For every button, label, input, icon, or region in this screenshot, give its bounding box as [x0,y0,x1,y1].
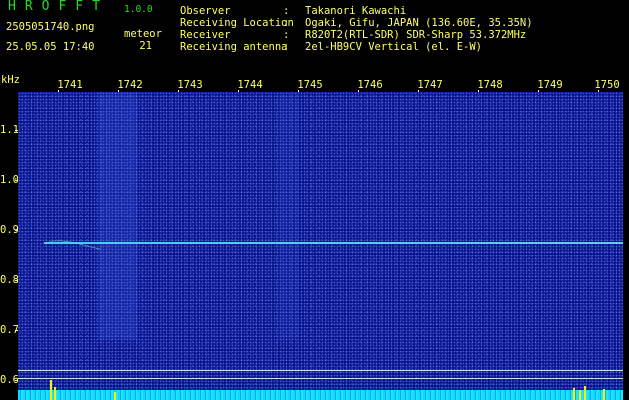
meta-key-antenna: Receiving antenna [180,41,288,53]
spectrogram-plot [18,92,623,400]
time-tick-label: 1743 [177,79,203,91]
signal-spike [50,380,52,400]
time-tick-label: 1748 [477,79,503,91]
signal-spike [584,386,586,400]
time-tick-label: 1741 [57,79,83,91]
carrier-trace [44,242,623,244]
meta-value-receiver: R820T2(RTL-SDR) SDR-Sharp 53.372MHz [305,29,527,41]
meta-key-location: Receiving Location [180,17,294,29]
time-tick-label: 1746 [357,79,383,91]
signal-spike [114,392,116,400]
spectrum-strip [18,390,623,400]
meta-key-receiver: Receiver [180,29,231,41]
time-tick-label: 1745 [297,79,323,91]
time-axis: kHz 1741 1742 1743 1744 1745 1746 1747 1… [0,72,629,94]
signal-spike [573,388,575,400]
meteor-count: 21 [139,40,152,52]
noise-band [98,92,138,340]
app-title: HROFFT [8,0,109,14]
header-panel: HROFFT 1.0.0 2505051740.png meteor 21 25… [0,0,629,72]
meta-colon: : [283,41,290,53]
time-tick-label: 1742 [117,79,143,91]
meta-colon: : [283,5,290,17]
capture-timestamp: 25.05.05 17:40 [6,41,95,53]
reference-line [18,370,623,371]
meta-value-location: Ogaki, Gifu, JAPAN (136.60E, 35.35N) [305,17,533,29]
time-tick-label: 1744 [237,79,263,91]
meta-value-observer: Takanori Kawachi [305,5,407,17]
time-tick-label: 1747 [417,79,443,91]
frequency-unit-label: kHz [1,74,20,86]
frequency-axis: 1.1 1.0 0.9 0.8 0.7 0.6 [0,92,19,400]
meta-key-observer: Observer [180,5,231,17]
signal-spike [603,389,605,400]
time-tick-label: 1749 [537,79,563,91]
meta-colon: : [283,29,290,41]
capture-filename: 2505051740.png [6,21,95,33]
meteor-label: meteor [124,28,162,40]
reference-line [18,378,623,379]
meta-value-antenna: 2el-HB9CV Vertical (el. E-W) [305,41,483,53]
signal-spike [54,387,56,400]
app-version: 1.0.0 [124,4,153,15]
noise-band [278,92,298,340]
signal-spike [579,390,581,400]
meta-colon: : [283,17,290,29]
